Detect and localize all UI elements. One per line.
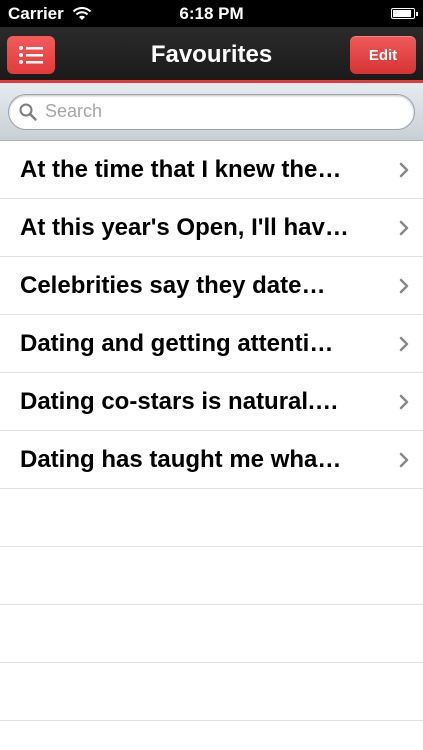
search-input[interactable]	[43, 100, 404, 123]
search-field[interactable]	[8, 93, 415, 130]
chevron-right-icon	[399, 394, 409, 409]
list-item[interactable]: Celebrities say they date…	[0, 257, 423, 315]
chevron-right-icon	[399, 162, 409, 177]
chevron-right-icon	[399, 452, 409, 467]
search-bar	[0, 83, 423, 141]
chevron-right-icon	[399, 220, 409, 235]
list-item-label: At the time that I knew the…	[20, 155, 342, 183]
favourites-list: At the time that I knew the… At this yea…	[0, 141, 423, 721]
list-item-label: Dating has taught me wha…	[20, 445, 342, 473]
list-item-label: Dating co-stars is natural.…	[20, 387, 339, 415]
empty-row	[0, 547, 423, 605]
wifi-icon	[72, 6, 91, 20]
list-item-label: Celebrities say they date…	[20, 271, 326, 299]
status-bar: Carrier 6:18 PM	[0, 0, 423, 27]
list-item[interactable]: Dating and getting attenti…	[0, 315, 423, 373]
carrier-label: Carrier	[8, 3, 64, 23]
list-item-label: At this year's Open, I'll hav…	[20, 213, 349, 241]
empty-row	[0, 489, 423, 547]
empty-row	[0, 663, 423, 721]
list-item[interactable]: Dating has taught me wha…	[0, 431, 423, 489]
chevron-right-icon	[399, 278, 409, 293]
navigation-bar: Favourites Edit	[0, 27, 423, 83]
magnifier-icon	[19, 103, 37, 121]
list-item[interactable]: At the time that I knew the…	[0, 141, 423, 199]
empty-row	[0, 605, 423, 663]
list-item[interactable]: Dating co-stars is natural.…	[0, 373, 423, 431]
list-item[interactable]: At this year's Open, I'll hav…	[0, 199, 423, 257]
chevron-right-icon	[399, 336, 409, 351]
list-item-label: Dating and getting attenti…	[20, 329, 334, 357]
battery-icon	[391, 8, 418, 19]
edit-button[interactable]: Edit	[350, 36, 416, 74]
